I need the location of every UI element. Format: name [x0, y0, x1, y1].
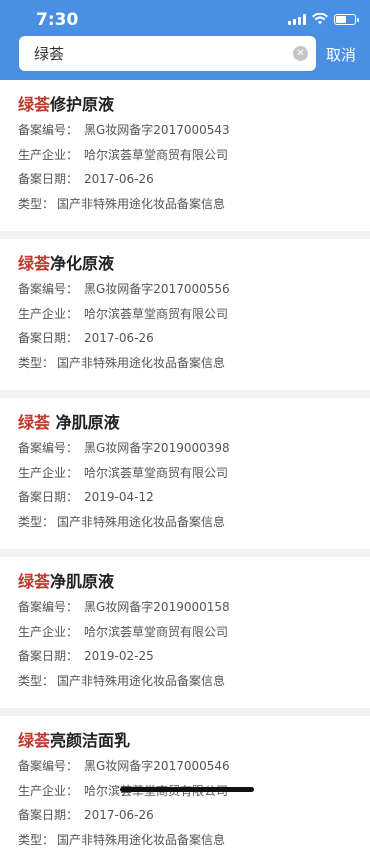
field-row: 备案日期： 2019-02-25 — [18, 644, 352, 669]
field-key: 备案日期： — [18, 331, 79, 345]
title-rest: 净肌原液 — [50, 413, 120, 432]
field-key: 类型： — [18, 355, 55, 370]
field-key: 生产企业： — [18, 783, 79, 798]
field-value: 2017-06-26 — [84, 808, 154, 822]
title-highlight: 绿荟 — [18, 572, 51, 591]
field-row: 备案编号： 黑G妆网备字2019000398 — [18, 436, 352, 461]
field-value: 国产非特殊用途化妆品备案信息 — [57, 355, 226, 370]
header-bar: 7:30 ✕ 取消 — [0, 0, 370, 80]
field-value: 国产非特殊用途化妆品备案信息 — [57, 673, 226, 688]
field-value: 哈尔滨荟草堂商贸有限公司 — [84, 624, 229, 639]
field-value: 黑G妆网备字2017000543 — [84, 123, 230, 137]
title-rest: 修护原液 — [50, 95, 115, 114]
field-row: 备案编号： 黑G妆网备字2019000158 — [18, 595, 352, 620]
field-row: 生产企业： 哈尔滨荟草堂商贸有限公司 — [18, 302, 352, 327]
result-card[interactable]: 绿荟修护原液 备案编号： 黑G妆网备字2017000543 生产企业： 哈尔滨荟草堂… — [0, 80, 370, 231]
field-row: 备案日期： 2017-06-26 — [18, 803, 352, 828]
field-key: 类型： — [18, 196, 55, 211]
field-row: 生产企业： 哈尔滨荟草堂商贸有限公司 — [18, 461, 352, 486]
field-value: 哈尔滨荟草堂商贸有限公司 — [84, 465, 229, 480]
field-key: 备案日期： — [18, 649, 79, 663]
cancel-button[interactable]: 取消 — [326, 44, 356, 65]
field-value: 2017-06-26 — [84, 331, 154, 345]
field-key: 备案编号： — [18, 441, 79, 455]
field-row: 备案日期： 2017-06-26 — [18, 326, 352, 351]
field-value: 黑G妆网备字2017000556 — [84, 282, 230, 296]
search-box[interactable]: ✕ — [19, 36, 316, 71]
field-row: 类型： 国产非特殊用途化妆品备案信息 — [18, 828, 352, 853]
field-row: 类型： 国产非特殊用途化妆品备案信息 — [18, 351, 352, 376]
field-value: 哈尔滨荟草堂商贸有限公司 — [84, 306, 229, 321]
field-value: 国产非特殊用途化妆品备案信息 — [57, 514, 226, 529]
field-value: 黑G妆网备字2019000158 — [84, 600, 230, 614]
field-key: 类型： — [18, 673, 55, 688]
result-title: 绿荟净化原液 — [18, 251, 352, 277]
result-list: 绿荟修护原液 备案编号： 黑G妆网备字2017000543 生产企业： 哈尔滨荟草堂… — [0, 80, 370, 867]
field-row: 备案日期： 2017-06-26 — [18, 167, 352, 192]
field-row: 备案日期： 2019-04-12 — [18, 485, 352, 510]
title-rest: 净肌原液 — [50, 572, 115, 591]
wifi-icon — [312, 13, 328, 25]
field-key: 备案日期： — [18, 172, 79, 186]
field-key: 生产企业： — [18, 624, 79, 639]
field-row: 备案编号： 黑G妆网备字2017000546 — [18, 754, 352, 779]
field-key: 类型： — [18, 514, 55, 529]
field-row: 生产企业： 哈尔滨荟草堂商贸有限公司 — [18, 620, 352, 645]
field-row: 类型： 国产非特殊用途化妆品备案信息 — [18, 192, 352, 217]
result-title: 绿荟亮颜洁面乳 — [18, 728, 352, 754]
field-row: 生产企业： 哈尔滨荟草堂商贸有限公司 — [18, 143, 352, 168]
title-rest: 亮颜洁面乳 — [50, 731, 131, 750]
title-highlight: 绿荟 — [18, 413, 51, 432]
search-input[interactable] — [32, 43, 293, 64]
field-value: 哈尔滨荟草堂商贸有限公司 — [84, 147, 229, 162]
field-key: 生产企业： — [18, 306, 79, 321]
result-card[interactable]: 绿荟净化原液 备案编号： 黑G妆网备字2017000556 生产企业： 哈尔滨荟草堂… — [0, 239, 370, 390]
result-title: 绿荟 净肌原液 — [18, 410, 352, 436]
field-value: 黑G妆网备字2019000398 — [84, 441, 230, 455]
status-icons — [288, 13, 359, 25]
cellular-signal-icon — [288, 13, 306, 25]
title-highlight: 绿荟 — [18, 731, 51, 750]
status-time: 7:30 — [36, 10, 79, 30]
field-value: 2019-04-12 — [84, 490, 154, 504]
title-highlight: 绿荟 — [18, 254, 51, 273]
field-row: 备案编号： 黑G妆网备字2017000543 — [18, 118, 352, 143]
field-key: 备案日期： — [18, 808, 79, 822]
field-row: 类型： 国产非特殊用途化妆品备案信息 — [18, 669, 352, 694]
result-title: 绿荟修护原液 — [18, 92, 352, 118]
field-key: 备案编号： — [18, 759, 79, 773]
field-key: 备案编号： — [18, 600, 79, 614]
field-key: 类型： — [18, 832, 55, 847]
field-key: 备案日期： — [18, 490, 79, 504]
field-key: 生产企业： — [18, 465, 79, 480]
title-highlight: 绿荟 — [18, 95, 51, 114]
field-value: 国产非特殊用途化妆品备案信息 — [57, 832, 226, 847]
field-value: 黑G妆网备字2017000546 — [84, 759, 230, 773]
field-value: 2019-02-25 — [84, 649, 154, 663]
result-title: 绿荟净肌原液 — [18, 569, 352, 595]
field-key: 生产企业： — [18, 147, 79, 162]
clear-icon[interactable]: ✕ — [293, 46, 308, 61]
field-row: 类型： 国产非特殊用途化妆品备案信息 — [18, 510, 352, 535]
result-card[interactable]: 绿荟 净肌原液 备案编号： 黑G妆网备字2019000398 生产企业： 哈尔滨荟草… — [0, 398, 370, 549]
battery-icon — [334, 13, 359, 25]
home-indicator[interactable] — [120, 787, 254, 792]
field-key: 备案编号： — [18, 123, 79, 137]
field-value: 国产非特殊用途化妆品备案信息 — [57, 196, 226, 211]
field-value: 2017-06-26 — [84, 172, 154, 186]
title-rest: 净化原液 — [50, 254, 115, 273]
field-key: 备案编号： — [18, 282, 79, 296]
result-card[interactable]: 绿荟净肌原液 备案编号： 黑G妆网备字2019000158 生产企业： 哈尔滨荟草堂… — [0, 557, 370, 708]
field-row: 备案编号： 黑G妆网备字2017000556 — [18, 277, 352, 302]
